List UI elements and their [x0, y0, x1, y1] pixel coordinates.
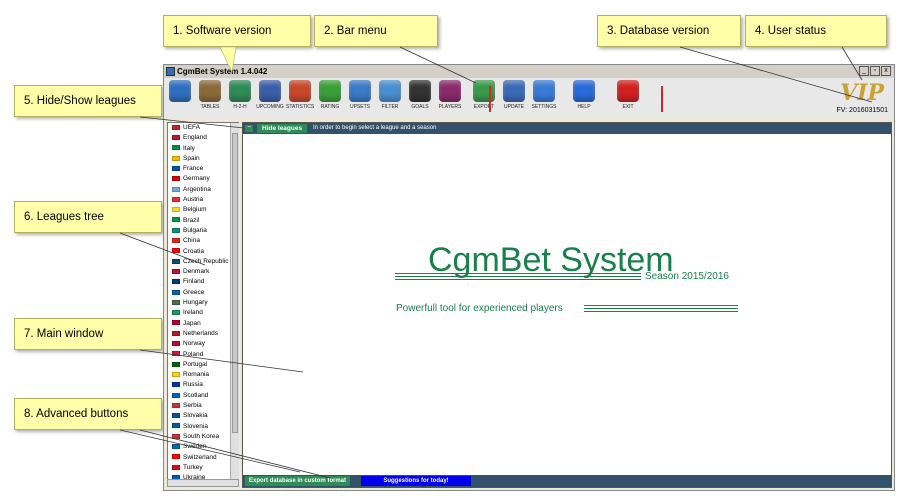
- callout-pointers: [119, 46, 873, 479]
- pointer-leagues-tree: [119, 232, 206, 266]
- pointer-bar-menu: [399, 46, 477, 84]
- pointer-hide-show-leagues: [139, 116, 245, 129]
- pointer-software-version: [219, 46, 237, 73]
- pointer-user-status: [841, 46, 863, 81]
- pointer-advanced-buttons-1: [119, 429, 301, 473]
- pointer-advanced-buttons-2: [139, 429, 331, 479]
- pointer-database-version: [679, 46, 873, 103]
- pointer-main-window: [139, 349, 304, 373]
